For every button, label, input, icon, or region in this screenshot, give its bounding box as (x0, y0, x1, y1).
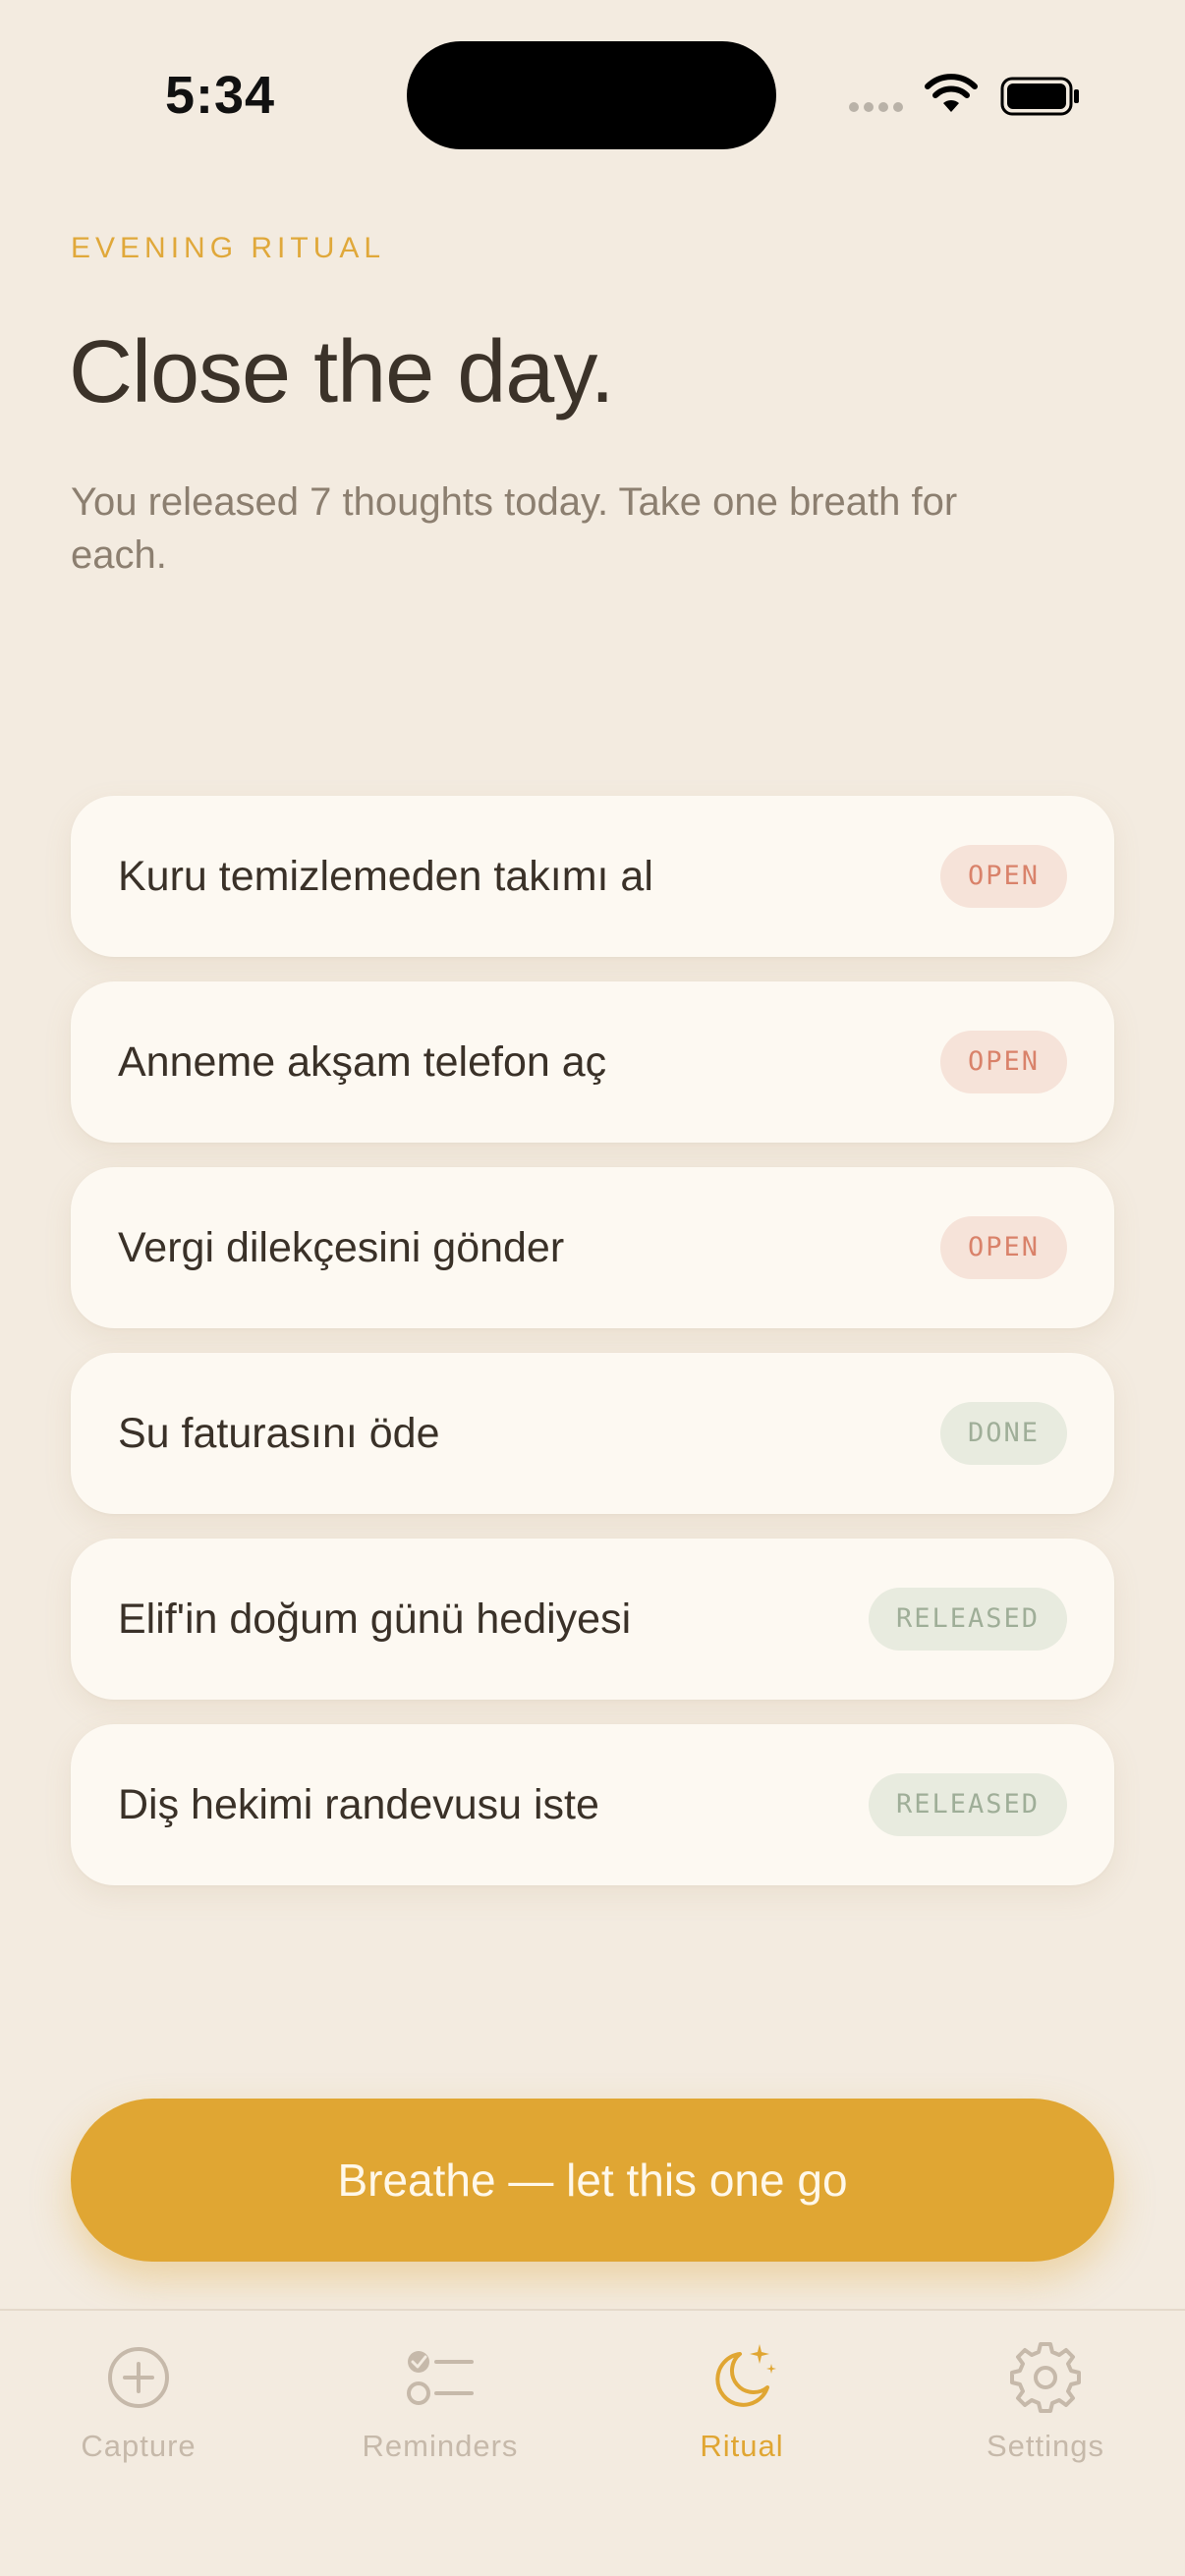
thought-card[interactable]: Vergi dilekçesini gönder OPEN (71, 1167, 1114, 1328)
thought-card[interactable]: Elif'in doğum günü hediyesi RELEASED (71, 1539, 1114, 1700)
status-time: 5:34 (165, 66, 276, 125)
tab-bar: Capture Reminders Ritual Settings (0, 2309, 1185, 2576)
tab-ritual[interactable]: Ritual (624, 2340, 860, 2464)
moon-sparkle-icon (715, 2344, 776, 2407)
status-badge: OPEN (939, 1216, 1067, 1279)
status-badge: OPEN (939, 1031, 1067, 1093)
thought-label: Diş hekimi randevusu iste (118, 1780, 599, 1828)
tab-label: Reminders (362, 2429, 519, 2463)
dynamic-island (407, 41, 776, 149)
battery-icon (1000, 77, 1079, 116)
thought-card[interactable]: Kuru temizlemeden takımı al OPEN (71, 796, 1114, 957)
thought-list: Kuru temizlemeden takımı al OPEN Anneme … (71, 796, 1114, 1910)
status-badge: OPEN (939, 845, 1067, 908)
thought-card[interactable]: Diş hekimi randevusu iste RELEASED (71, 1724, 1114, 1885)
tab-capture[interactable]: Capture (21, 2340, 256, 2464)
tab-label: Settings (986, 2429, 1104, 2463)
checklist-icon (407, 2351, 474, 2405)
tab-label: Capture (81, 2429, 197, 2463)
section-eyebrow: EVENING RITUAL (71, 232, 386, 264)
status-badge: RELEASED (868, 1773, 1067, 1836)
breathe-button[interactable]: Breathe — let this one go (71, 2099, 1114, 2262)
tab-label: Ritual (700, 2429, 784, 2463)
thought-label: Anneme akşam telefon aç (118, 1037, 607, 1086)
cellular-signal-icon (849, 102, 903, 112)
page-subtitle: You released 7 thoughts today. Take one … (71, 480, 958, 577)
wifi-icon (925, 74, 978, 112)
thought-label: Kuru temizlemeden takımı al (118, 852, 653, 900)
thought-card[interactable]: Su faturasını öde DONE (71, 1353, 1114, 1514)
thought-label: Su faturasını öde (118, 1409, 440, 1457)
tab-reminders[interactable]: Reminders (322, 2340, 558, 2464)
status-badge: DONE (939, 1402, 1067, 1465)
thought-label: Elif'in doğum günü hediyesi (118, 1595, 632, 1643)
plus-circle-icon (108, 2347, 169, 2408)
status-bar: 5:34 (0, 0, 1185, 196)
gear-icon (1010, 2342, 1081, 2413)
thought-card[interactable]: Anneme akşam telefon aç OPEN (71, 981, 1114, 1143)
status-badge: RELEASED (868, 1588, 1067, 1651)
thought-label: Vergi dilekçesini gönder (118, 1223, 565, 1271)
tab-settings[interactable]: Settings (928, 2340, 1163, 2464)
page-title: Close the day. (69, 323, 615, 421)
